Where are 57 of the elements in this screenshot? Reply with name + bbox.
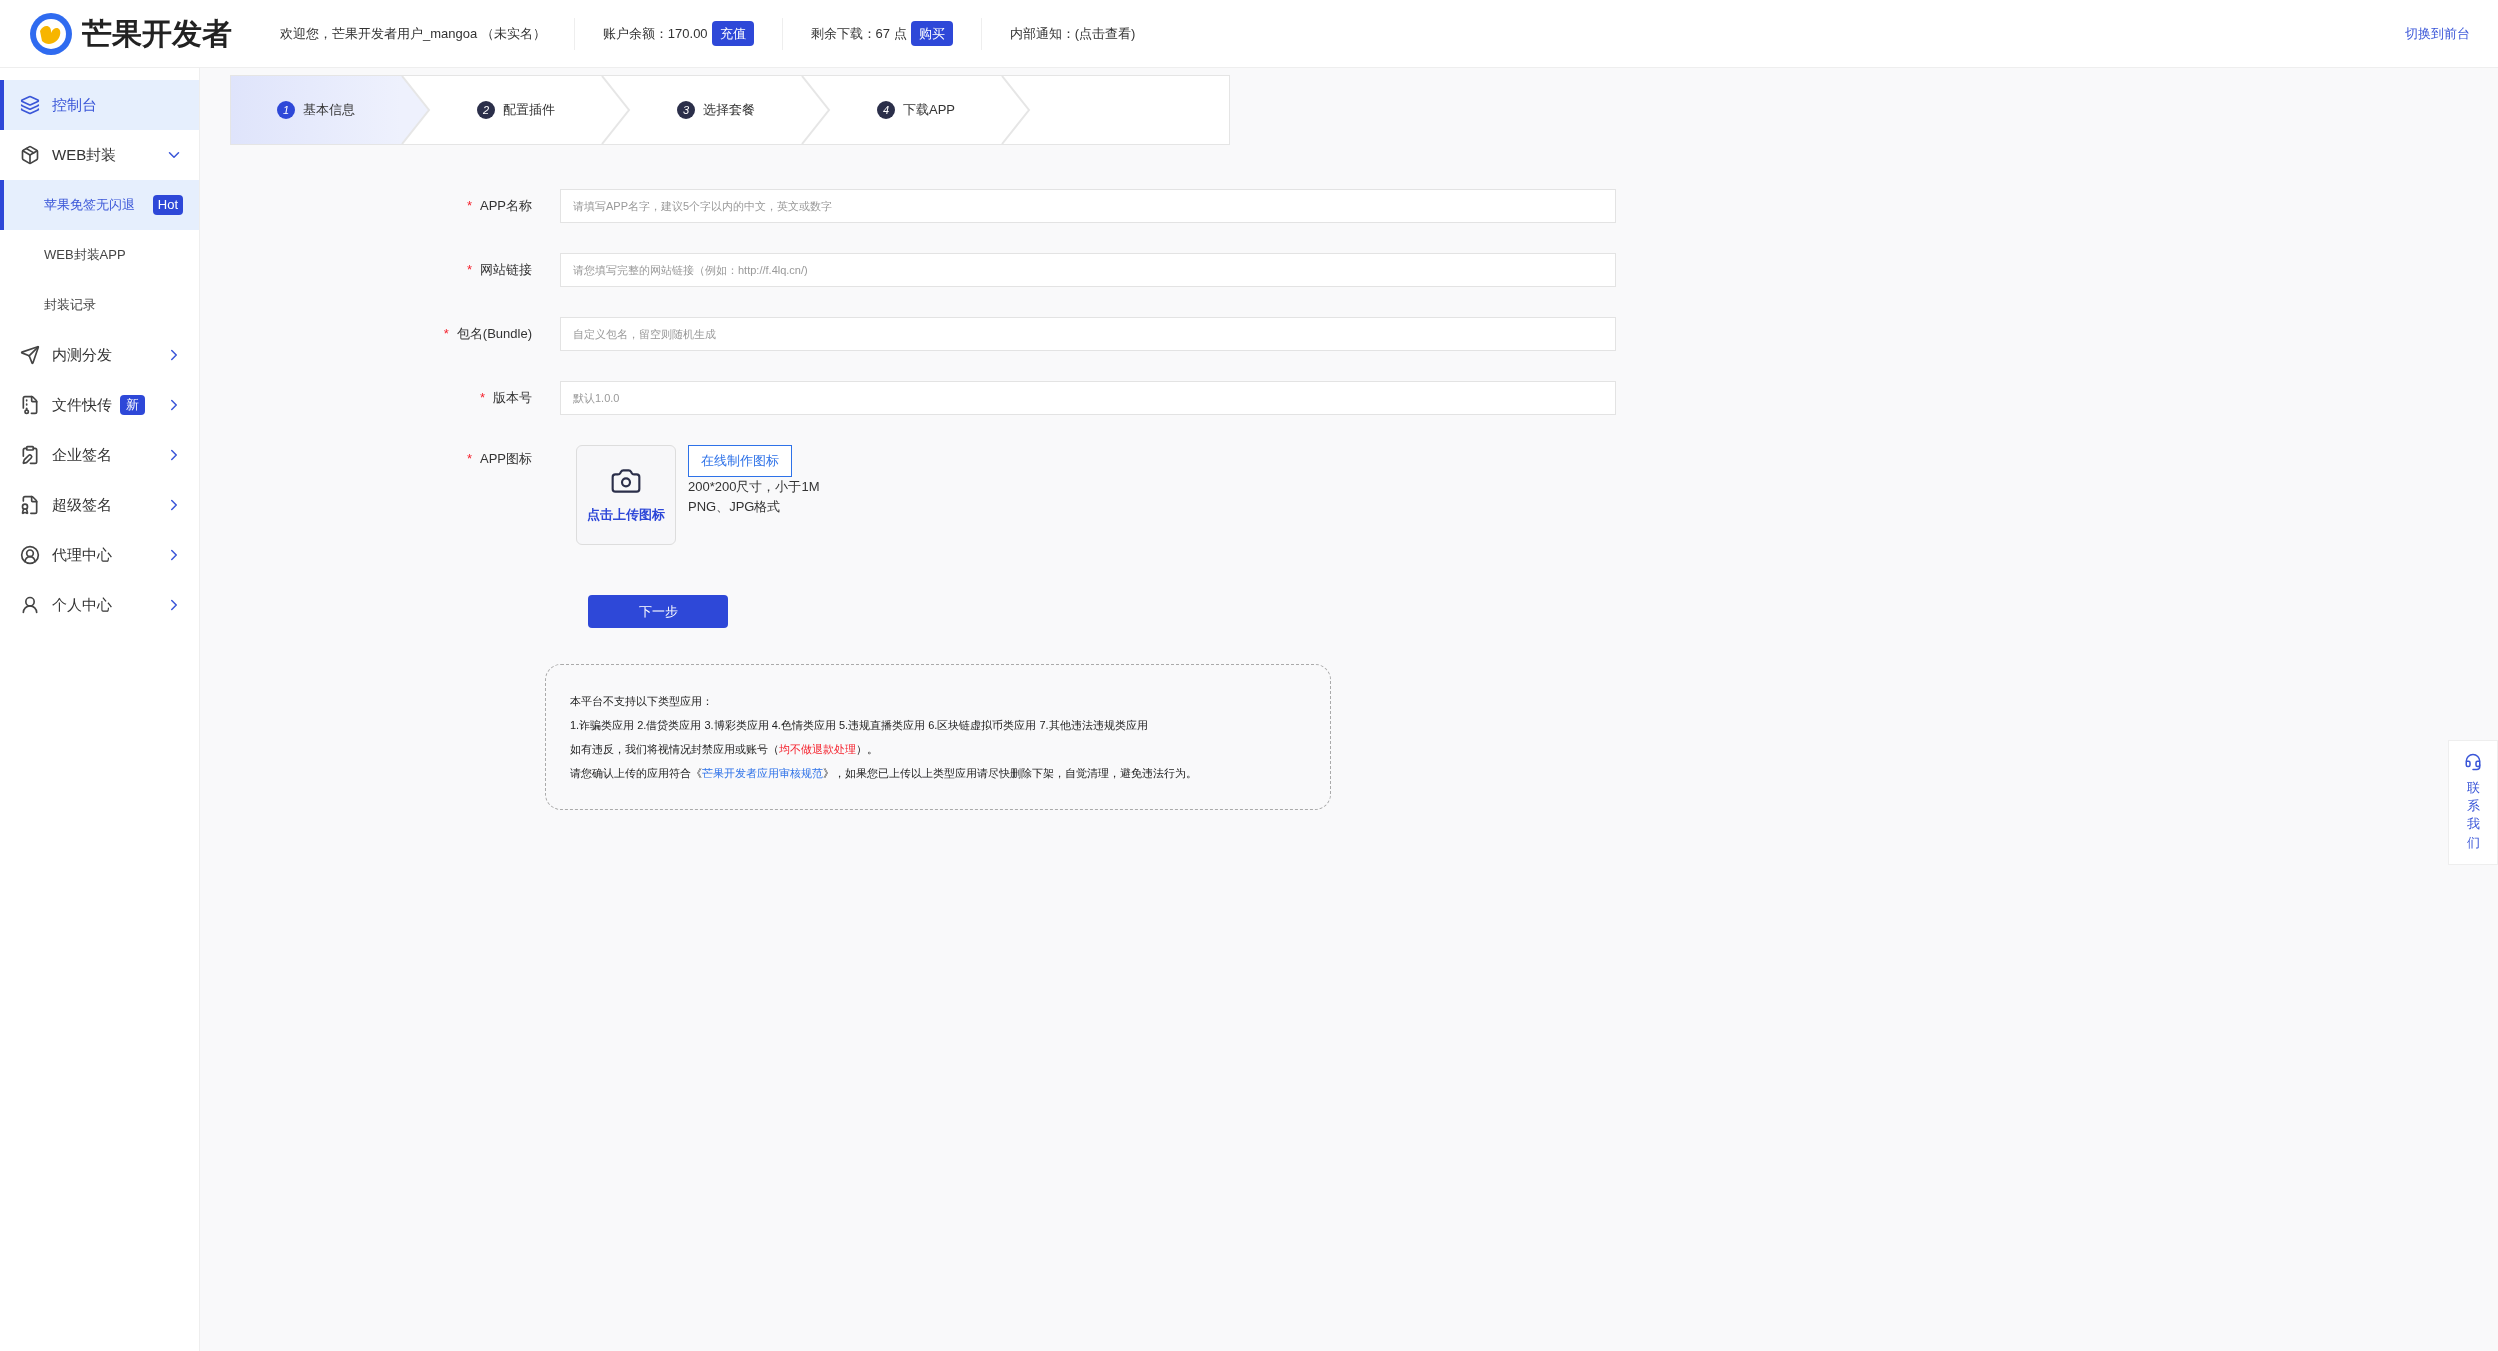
guidelines-link[interactable]: 芒果开发者应用审核规范 (702, 767, 823, 779)
make-icon-button[interactable]: 在线制作图标 (688, 445, 792, 477)
field-label: 网站链接 (480, 261, 532, 280)
notice-text: 本平台不支持以下类型应用： (570, 694, 714, 709)
notice-link[interactable]: 内部通知：(点击查看) (1009, 23, 1136, 44)
headset-icon (2464, 753, 2482, 771)
clipboard-icon (20, 445, 40, 465)
field-label: 版本号 (493, 389, 532, 408)
sidebar-subitem[interactable]: 苹果免签无闪退 Hot (0, 180, 199, 230)
sidebar-item[interactable]: 个人中心 (0, 580, 199, 630)
sidebar-item[interactable]: 代理中心 (0, 530, 199, 580)
sidebar-item[interactable]: 企业签名 (0, 430, 199, 480)
step-tab[interactable]: 1 基本信息 (231, 76, 401, 144)
sidebar-item[interactable]: 超级签名 (0, 480, 199, 530)
required-mark: * (466, 197, 472, 216)
buy-button[interactable]: 购买 (910, 20, 953, 47)
required-mark: * (466, 261, 472, 280)
downloads-text: 剩余下载：67 点 (810, 24, 907, 43)
required-mark: * (466, 450, 472, 468)
notice-text: 请您确认上传的应用符合《芒果开发者应用审核规范》，如果您已上传以上类型应用请尽快删除下架，自觉清理，避免违法行为。 (570, 766, 1198, 781)
input-field[interactable]: 请填写APP名字，建议5个字以内的中文，英文或数字 (560, 189, 1616, 223)
required-mark: * (443, 325, 449, 344)
field-label: APP名称 (480, 197, 532, 216)
switch-frontend-link[interactable]: 切换到前台 (2405, 23, 2470, 44)
icon-upload-box[interactable]: 点击上传图标 (576, 445, 676, 545)
new-badge: 新 (120, 395, 145, 415)
contact-us-tab[interactable]: 联系我们 (2448, 740, 2498, 865)
sidebar-subitem[interactable]: WEB封装APP (0, 230, 199, 280)
sidebar-item[interactable]: WEB封装 (0, 130, 199, 180)
input-field[interactable]: 自定义包名，留空则随机生成 (560, 317, 1616, 351)
recharge-button[interactable]: 充值 (711, 20, 754, 47)
person-circle-icon (20, 545, 40, 565)
balance-text: 账户余额：170.00 (602, 24, 708, 43)
input-field[interactable]: 默认1.0.0 (560, 381, 1616, 415)
field-label: APP图标 (480, 450, 532, 468)
sidebar-item[interactable]: 内测分发 (0, 330, 199, 380)
field-label: 包名(Bundle) (456, 325, 532, 344)
brand-name: 芒果开发者 (82, 15, 232, 53)
notice-text: 1.诈骗类应用 2.借贷类应用 3.博彩类应用 4.色情类应用 5.违规直播类应用 6.区块链虚拟币类应用 7.其他违法违规类应用 (570, 718, 1149, 733)
user-icon (20, 595, 40, 615)
sidebar-item[interactable]: 文件快传 新 (0, 380, 199, 430)
required-mark: * (479, 389, 485, 408)
layers-icon (20, 95, 40, 115)
box-icon (20, 145, 40, 165)
notice-text: 如有违反，我们将视情况封禁应用或账号（均不做退款处理）。 (570, 742, 879, 757)
next-button[interactable]: 下一步 (588, 595, 728, 628)
icon-hint: PNG、JPG格式 (688, 497, 782, 516)
zip-file-icon (20, 395, 40, 415)
icon-hint: 200*200尺寸，小于1M (688, 477, 820, 496)
input-field[interactable]: 请您填写完整的网站链接（例如：http://f.4lq.cn/) (560, 253, 1616, 287)
paper-plane-icon (20, 345, 40, 365)
sidebar-item[interactable]: 控制台 (0, 80, 199, 130)
welcome-text: 欢迎您，芒果开发者用户_mangoa （未实名） (280, 24, 546, 43)
logo-icon (28, 10, 74, 57)
certificate-icon (20, 495, 40, 515)
sidebar-subitem[interactable]: 封装记录 (0, 280, 199, 330)
hot-badge: Hot (152, 195, 183, 215)
